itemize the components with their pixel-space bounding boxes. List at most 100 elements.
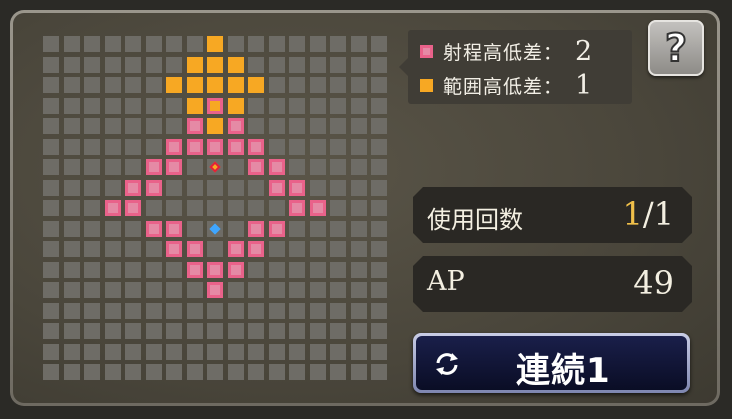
grid-cell: [145, 200, 162, 216]
grid-cell: [84, 220, 100, 237]
grid-cell: [104, 302, 121, 319]
grid-cell: [84, 118, 100, 134]
grid-cell: [330, 138, 346, 155]
grid-cell: [268, 282, 285, 298]
grid-cell: [186, 364, 203, 380]
area-cell: [207, 118, 223, 134]
grid-cell: [268, 97, 285, 114]
grid-cell: [186, 159, 203, 175]
grid-cell: [350, 261, 367, 278]
range-cell: [186, 118, 203, 134]
grid-cell: [248, 56, 264, 73]
uses-separator: /: [642, 195, 654, 233]
range-cell: [186, 261, 203, 278]
grid-cell: [350, 241, 367, 257]
grid-cell: [371, 138, 387, 155]
grid-cell: [84, 302, 100, 319]
grid-cell: [186, 343, 203, 360]
range-cell: [125, 200, 141, 216]
grid-cell: [43, 56, 59, 73]
range-cell: [186, 138, 203, 155]
range-cell: [145, 159, 162, 175]
grid-cell: [166, 261, 182, 278]
legend-area-value: 1: [575, 69, 593, 101]
grid-cell: [268, 302, 285, 319]
grid-cell: [268, 138, 285, 155]
grid-cell: [330, 200, 346, 216]
grid-cell: [350, 323, 367, 339]
grid-cell: [186, 179, 203, 196]
uses-stat: 使用回数 1/1: [413, 187, 692, 243]
grid-cell: [330, 282, 346, 298]
grid-cell: [125, 343, 141, 360]
grid-cell: [268, 241, 285, 257]
grid-cell: [84, 343, 100, 360]
grid-cell: [63, 323, 80, 339]
grid-cell: [166, 323, 182, 339]
grid-cell: [350, 159, 367, 175]
ap-value: 49: [633, 264, 674, 302]
area-cell: [207, 36, 223, 52]
range-cell: [248, 241, 264, 257]
grid-cell: [309, 118, 326, 134]
grid-cell: [371, 200, 387, 216]
grid-cell: [227, 36, 244, 52]
grid-cell: [125, 282, 141, 298]
grid-cell: [104, 343, 121, 360]
range-cell: [207, 261, 223, 278]
grid-cell: [207, 200, 223, 216]
grid-cell: [43, 138, 59, 155]
range-grid: [43, 36, 391, 384]
grid-cell: [43, 118, 59, 134]
grid-cell: [104, 282, 121, 298]
grid-cell: [330, 56, 346, 73]
grid-cell: [350, 302, 367, 319]
grid-cell: [104, 220, 121, 237]
chain-action-label: 連続1: [516, 351, 611, 391]
grid-cell: [43, 241, 59, 257]
grid-cell: [227, 220, 244, 237]
range-cell: [145, 179, 162, 196]
grid-cell: [84, 261, 100, 278]
grid-cell: [63, 302, 80, 319]
grid-cell: [145, 364, 162, 380]
help-button[interactable]: ?: [648, 20, 704, 76]
range-cell: [186, 241, 203, 257]
legend-area-label: 範囲高低差：: [443, 75, 564, 98]
grid-cell: [145, 77, 162, 93]
grid-cell: [145, 282, 162, 298]
grid-cell: [43, 159, 59, 175]
grid-cell: [309, 220, 326, 237]
grid-cell: [104, 261, 121, 278]
range-swatch-icon: [420, 44, 433, 58]
grid-cell: [309, 343, 326, 360]
grid-cell: [166, 302, 182, 319]
grid-cell: [227, 200, 244, 216]
grid-cell: [145, 241, 162, 257]
grid-cell: [43, 302, 59, 319]
grid-cell: [207, 179, 223, 196]
range-cell: [166, 159, 182, 175]
grid-cell: [145, 343, 162, 360]
grid-cell: [248, 261, 264, 278]
range-cell: [248, 220, 264, 237]
grid-cell: [43, 97, 59, 114]
uses-max: 1: [653, 195, 674, 233]
area-cell: [227, 56, 244, 73]
grid-cell: [309, 241, 326, 257]
chain-action-button[interactable]: 連続1: [413, 333, 690, 393]
area-cell: [207, 56, 223, 73]
grid-cell: [371, 282, 387, 298]
grid-cell: [350, 138, 367, 155]
grid-cell: [371, 36, 387, 52]
question-mark-icon: ?: [664, 26, 688, 70]
grid-cell: [248, 302, 264, 319]
ap-label: AP: [427, 266, 465, 297]
grid-cell: [248, 179, 264, 196]
grid-cell: [63, 159, 80, 175]
uses-label: 使用回数: [427, 206, 523, 234]
grid-cell: [289, 302, 305, 319]
grid-cell: [43, 261, 59, 278]
grid-cell: [63, 364, 80, 380]
grid-cell: [330, 77, 346, 93]
